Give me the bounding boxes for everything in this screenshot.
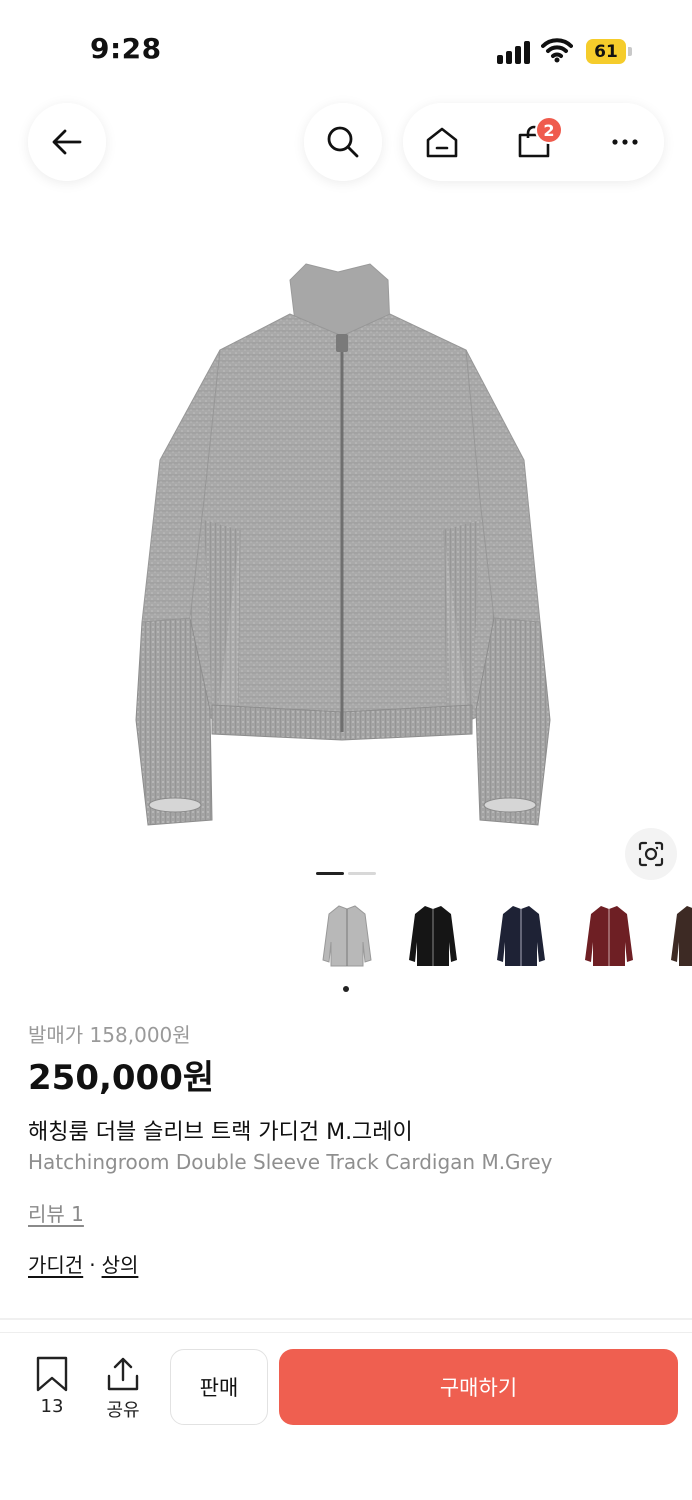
image-page-indicator bbox=[316, 872, 376, 876]
release-price: 발매가 158,000원 bbox=[28, 1023, 191, 1047]
home-button[interactable] bbox=[403, 103, 481, 181]
bookmark-button[interactable]: 13 bbox=[22, 1356, 82, 1422]
battery-icon: 61 bbox=[586, 39, 632, 64]
share-icon bbox=[107, 1357, 139, 1391]
thumbnail-navy[interactable] bbox=[486, 898, 556, 978]
battery-level: 61 bbox=[586, 39, 626, 64]
bookmark-icon bbox=[36, 1356, 68, 1392]
product-title-english: Hatchingroom Double Sleeve Track Cardiga… bbox=[28, 1150, 553, 1174]
back-button[interactable] bbox=[28, 103, 106, 181]
search-button[interactable] bbox=[304, 103, 382, 181]
more-button[interactable] bbox=[586, 103, 664, 181]
category-link-cardigan[interactable]: 가디건 bbox=[28, 1253, 83, 1277]
thumbnail-selected-dot bbox=[343, 986, 349, 992]
bookmark-count: 13 bbox=[40, 1396, 64, 1417]
status-time: 9:28 bbox=[90, 32, 162, 65]
category-breadcrumb: 가디건 · 상의 bbox=[28, 1249, 138, 1278]
more-horizontal-icon bbox=[612, 139, 638, 145]
section-divider bbox=[0, 1318, 692, 1320]
cart-count-badge: 2 bbox=[535, 116, 563, 144]
thumbnail-brown[interactable] bbox=[660, 898, 692, 978]
wifi-icon bbox=[541, 37, 573, 67]
thumbnail-grey[interactable] bbox=[312, 898, 382, 978]
product-price: 250,000원 bbox=[28, 1058, 215, 1098]
product-title-korean: 해칭룸 더블 슬리브 트랙 가디건 M.그레이 bbox=[28, 1120, 413, 1145]
home-icon bbox=[426, 127, 458, 158]
color-thumbnail-list bbox=[0, 898, 692, 978]
category-link-tops[interactable]: 상의 bbox=[102, 1253, 139, 1277]
buy-button[interactable]: 구매하기 bbox=[279, 1349, 678, 1425]
thumbnail-black[interactable] bbox=[398, 898, 468, 978]
share-button[interactable]: 공유 bbox=[93, 1356, 153, 1422]
review-link[interactable]: 리뷰 1 bbox=[28, 1198, 84, 1227]
category-separator: · bbox=[89, 1253, 96, 1277]
image-search-button[interactable] bbox=[625, 828, 677, 880]
product-main-image[interactable] bbox=[120, 250, 560, 840]
cellular-signal-icon bbox=[497, 40, 533, 64]
image-search-icon bbox=[638, 841, 664, 867]
arrow-left-icon bbox=[52, 129, 82, 155]
page-indicator-inactive bbox=[348, 872, 376, 875]
thumbnail-burgundy[interactable] bbox=[574, 898, 644, 978]
status-bar: 9:28 61 bbox=[0, 0, 692, 100]
search-icon bbox=[327, 126, 359, 158]
sell-button[interactable]: 판매 bbox=[170, 1349, 268, 1425]
share-label: 공유 bbox=[106, 1400, 140, 1421]
cart-button[interactable] bbox=[495, 103, 573, 181]
nav-button-group bbox=[403, 103, 664, 181]
page-indicator-active bbox=[316, 872, 344, 875]
